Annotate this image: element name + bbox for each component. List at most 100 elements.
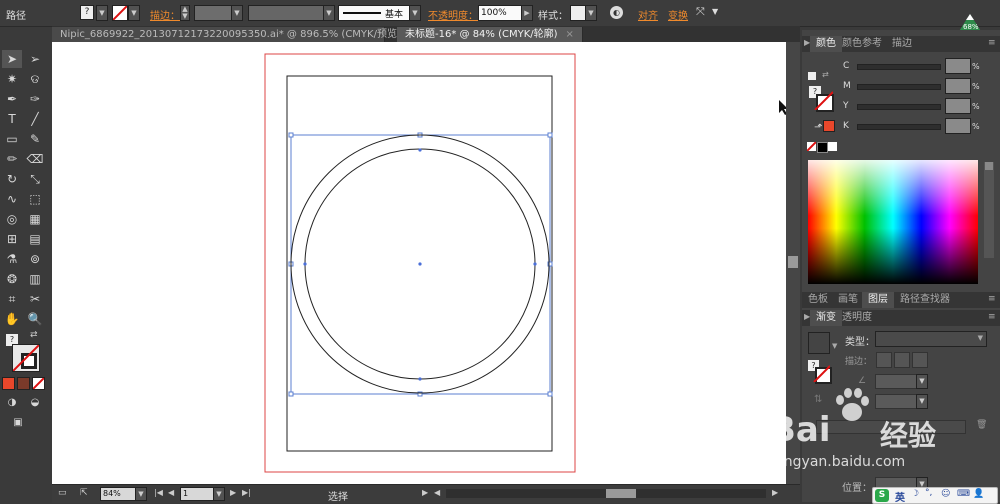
type-tool-icon[interactable]: T bbox=[2, 110, 22, 128]
transform-link[interactable]: 变换 bbox=[668, 7, 688, 22]
gradient-type-select[interactable]: ▼ bbox=[875, 331, 987, 347]
shape-builder-tool-icon[interactable]: ◎ bbox=[2, 210, 22, 228]
paintbrush-tool-icon[interactable]: ✎ bbox=[25, 130, 45, 148]
gradient-slider[interactable] bbox=[816, 420, 966, 434]
recolor-artwork-icon[interactable]: ◐ bbox=[610, 6, 623, 19]
tab-layers[interactable]: 图层 bbox=[862, 292, 894, 308]
channel-y-input[interactable] bbox=[945, 98, 971, 114]
warp-tool-icon[interactable]: ∿ bbox=[2, 190, 22, 208]
channel-c-slider[interactable] bbox=[857, 64, 941, 70]
panel-menu-icon[interactable]: ≡ bbox=[988, 294, 996, 304]
channel-k-slider[interactable] bbox=[857, 124, 941, 130]
tab-pathfinder[interactable]: 路径查找器 bbox=[894, 292, 956, 308]
angle-dropdown[interactable]: ▼ bbox=[916, 374, 928, 389]
tab-color-guide[interactable]: 颜色参考 bbox=[836, 36, 888, 52]
swap-colors-icon[interactable]: ⇄ bbox=[30, 330, 38, 340]
stroke-weight-input[interactable] bbox=[194, 5, 232, 21]
user-icon[interactable]: 👤 bbox=[973, 489, 984, 499]
scroll-right-icon[interactable]: ▶ bbox=[772, 488, 778, 497]
last-artboard-icon[interactable]: ▶| bbox=[242, 488, 251, 497]
panel-menu-icon[interactable]: ≡ bbox=[988, 312, 996, 322]
white-swatch[interactable] bbox=[828, 142, 837, 151]
stroke-swatch[interactable] bbox=[112, 5, 128, 21]
vertical-scrollbar[interactable] bbox=[786, 42, 800, 484]
perspective-grid-tool-icon[interactable]: ▦ bbox=[25, 210, 45, 228]
tab-doc-2[interactable]: 未标题-16* @ 84% (CMYK/轮廓) × bbox=[397, 27, 583, 42]
none-swatch[interactable] bbox=[806, 141, 817, 152]
gradient-preview-swatch[interactable] bbox=[808, 332, 830, 354]
channel-c-input[interactable] bbox=[945, 58, 971, 74]
direct-selection-tool-icon[interactable]: ➢ bbox=[25, 50, 45, 68]
panel-menu-icon[interactable]: ≡ bbox=[988, 38, 996, 48]
tab-doc-1[interactable]: Nipic_6869922_20130712173220095350.ai* @… bbox=[52, 27, 417, 42]
brush-dropdown[interactable]: ▼ bbox=[409, 5, 421, 21]
stroke-across-icon[interactable] bbox=[912, 352, 928, 368]
symbol-sprayer-tool-icon[interactable]: ❂ bbox=[2, 270, 22, 288]
selection-tool-icon[interactable]: ➤ bbox=[2, 50, 22, 68]
tab-brushes[interactable]: 画笔 bbox=[832, 292, 864, 308]
hand-tool-icon[interactable]: ✋ bbox=[2, 310, 22, 328]
tab-swatches[interactable]: 色板 bbox=[802, 292, 834, 308]
artboard-tool-icon[interactable]: ⌗ bbox=[2, 290, 22, 308]
horizontal-scrollbar[interactable] bbox=[446, 489, 766, 498]
screen-mode-icon[interactable]: ▣ bbox=[8, 414, 28, 432]
screen-mode-icon[interactable]: ▭ bbox=[58, 488, 67, 498]
slice-tool-icon[interactable]: ✂ bbox=[25, 290, 45, 308]
artboard-input[interactable]: 1 bbox=[180, 487, 214, 501]
prev-artboard-icon[interactable]: ◀ bbox=[168, 488, 174, 497]
align-link[interactable]: 对齐 bbox=[638, 7, 658, 22]
out-of-gamut-icon[interactable]: ⬏ bbox=[814, 122, 822, 133]
variable-width-profile[interactable] bbox=[248, 5, 324, 21]
first-artboard-icon[interactable]: |◀ bbox=[154, 488, 163, 497]
opacity-label[interactable]: 不透明度： bbox=[428, 7, 478, 22]
stroke-within-icon[interactable] bbox=[876, 352, 892, 368]
next-artboard-icon[interactable]: ▶ bbox=[230, 488, 236, 497]
emoji-icon[interactable]: ☺ bbox=[941, 489, 950, 499]
tab-transparency[interactable]: 透明度 bbox=[836, 310, 878, 326]
graphic-style-swatch[interactable] bbox=[570, 5, 586, 21]
tab-stroke[interactable]: 描边 bbox=[886, 36, 918, 52]
sogou-logo-icon[interactable]: S bbox=[875, 489, 889, 502]
graph-tool-icon[interactable]: ▥ bbox=[25, 270, 45, 288]
aspect-ratio-input[interactable] bbox=[875, 394, 917, 409]
rotate-tool-icon[interactable]: ↻ bbox=[2, 170, 22, 188]
panel-scrollbar[interactable] bbox=[984, 162, 994, 258]
reverse-gradient-icon[interactable]: ⇅ bbox=[814, 394, 822, 405]
eraser-tool-icon[interactable]: ⌫ bbox=[25, 150, 45, 168]
scroll-thumb[interactable] bbox=[788, 256, 798, 268]
channel-m-slider[interactable] bbox=[857, 84, 941, 90]
gradient-mode-button[interactable] bbox=[17, 377, 30, 390]
fill-dropdown[interactable]: ▼ bbox=[96, 5, 108, 21]
brush-definition[interactable]: 基本 bbox=[338, 5, 410, 21]
keyboard-icon[interactable]: ⌨ bbox=[957, 489, 970, 499]
rectangle-tool-icon[interactable]: ▭ bbox=[2, 130, 22, 148]
none-mode-button[interactable] bbox=[32, 377, 45, 390]
zoom-dropdown[interactable]: ▼ bbox=[135, 487, 147, 501]
draw-inside-icon[interactable]: ◒ bbox=[25, 394, 45, 412]
mesh-tool-icon[interactable]: ⊞ bbox=[2, 230, 22, 248]
scroll-left-icon[interactable]: ◀ bbox=[434, 488, 440, 497]
channel-k-input[interactable] bbox=[945, 118, 971, 134]
stroke-weight-stepper[interactable]: ▲ ▼ bbox=[180, 5, 190, 21]
channel-y-slider[interactable] bbox=[857, 104, 941, 110]
delete-stop-icon[interactable]: 🗑 bbox=[976, 420, 987, 430]
fill-stroke-indicator[interactable] bbox=[12, 344, 40, 372]
zoom-input[interactable]: 84% bbox=[100, 487, 136, 501]
canvas[interactable] bbox=[52, 42, 788, 484]
isolate-icon[interactable]: ⤧ bbox=[696, 5, 705, 19]
close-icon[interactable]: × bbox=[566, 29, 574, 40]
blend-tool-icon[interactable]: ⊚ bbox=[25, 250, 45, 268]
moon-icon[interactable]: ☽ bbox=[911, 489, 919, 499]
curvature-tool-icon[interactable]: ✑ bbox=[25, 90, 45, 108]
style-dropdown[interactable]: ▼ bbox=[585, 5, 597, 21]
channel-m-input[interactable] bbox=[945, 78, 971, 94]
gradient-fill-stroke[interactable]: ? bbox=[808, 360, 832, 384]
current-color-swatch[interactable] bbox=[823, 120, 835, 132]
zoom-tool-icon[interactable]: 🔍 bbox=[25, 310, 45, 328]
angle-input[interactable] bbox=[875, 374, 917, 389]
pen-tool-icon[interactable]: ✒ bbox=[2, 90, 22, 108]
fill-swatch[interactable]: ? bbox=[80, 5, 94, 20]
free-transform-tool-icon[interactable]: ⬚ bbox=[25, 190, 45, 208]
artboard-dropdown[interactable]: ▼ bbox=[213, 487, 225, 501]
panel-fill-stroke[interactable]: ? bbox=[809, 86, 834, 112]
